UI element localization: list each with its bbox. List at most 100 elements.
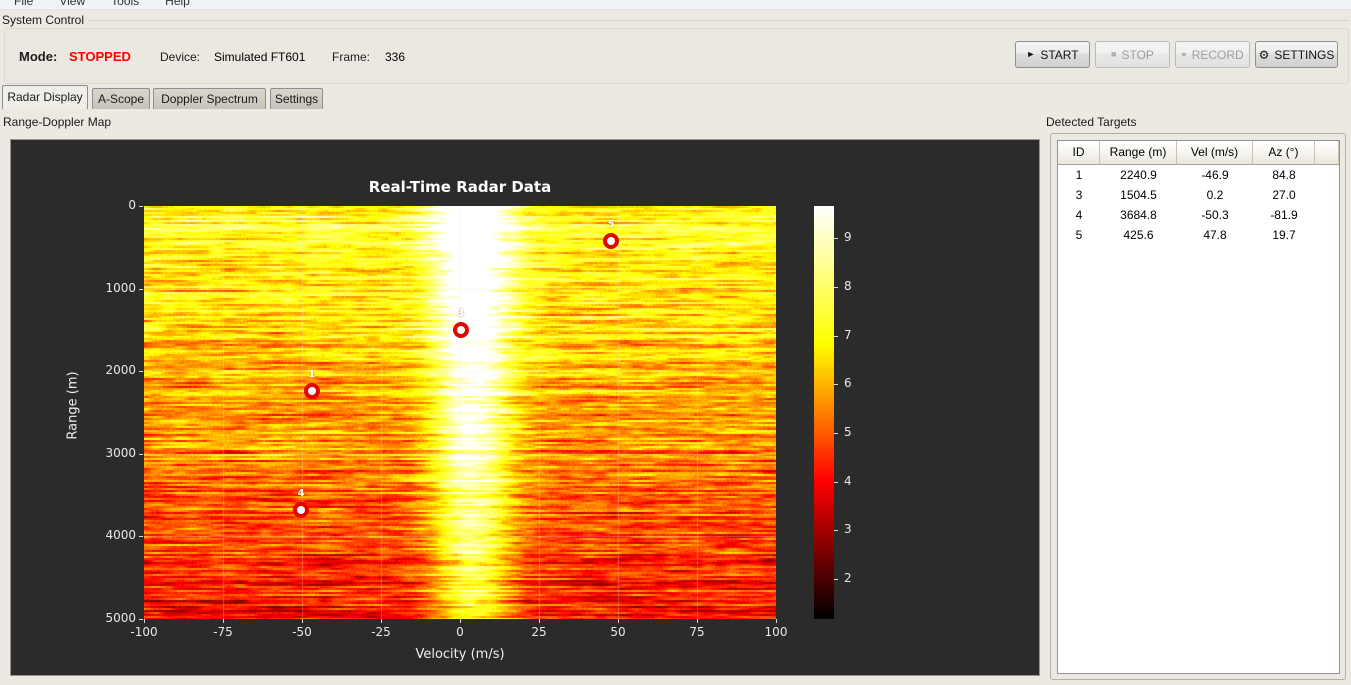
colorbar-tick-mark: [834, 482, 838, 483]
target-marker-label: 4: [297, 488, 305, 500]
y-tick-label: 4000: [105, 528, 136, 543]
colorbar-tick-label: 7: [844, 327, 852, 342]
system-control-panel: Mode: STOPPED Device: Simulated FT601 Fr…: [4, 28, 1349, 84]
colorbar-tick-mark: [834, 238, 838, 239]
groupbox-line: [88, 20, 1349, 21]
y-tick-label: 2000: [105, 363, 136, 378]
y-tick-label: 5000: [105, 611, 136, 625]
frame-label: Frame:: [332, 50, 371, 64]
x-tick-mark: [539, 619, 540, 623]
x-tick-label: 0: [456, 625, 464, 639]
colorbar-tick-mark: [834, 287, 838, 288]
start-button[interactable]: ► START: [1015, 41, 1090, 68]
cell-range: 2240.9: [1120, 168, 1157, 182]
table-row[interactable]: 3 1504.5 0.2 27.0: [1058, 185, 1339, 205]
x-axis-label: Velocity (m/s): [415, 647, 505, 662]
cell-az: -81.9: [1270, 208, 1298, 222]
cell-id: 5: [1075, 228, 1083, 242]
cell-vel: -46.9: [1201, 168, 1229, 182]
menu-item-help[interactable]: Help: [159, 0, 196, 9]
menu-item-tools[interactable]: Tools: [105, 0, 145, 9]
range-doppler-plot: Real-Time Radar Data Velocity (m/s) Rang…: [10, 139, 1040, 676]
colorbar-tick-mark: [834, 384, 838, 385]
x-tick-label: -50: [292, 625, 312, 639]
menu-item-view[interactable]: View: [53, 0, 91, 9]
x-tick-label: 50: [610, 625, 626, 639]
table-row[interactable]: 4 3684.8 -50.3 -81.9: [1058, 205, 1339, 225]
colorbar-tick-mark: [834, 336, 838, 337]
y-tick-label: 1000: [105, 280, 136, 295]
record-icon: ●: [1181, 49, 1187, 59]
x-tick-mark: [381, 619, 382, 623]
x-tick-mark: [460, 619, 461, 623]
mode-label: Mode:: [19, 49, 58, 64]
colorbar-tick-label: 4: [844, 473, 852, 488]
tab-settings[interactable]: Settings: [270, 88, 323, 109]
y-tick-mark: [139, 371, 143, 372]
column-header-id[interactable]: ID: [1058, 141, 1100, 165]
target-marker-icon: [452, 322, 469, 339]
x-tick-label: 100: [764, 625, 788, 639]
x-tick-label: -75: [213, 625, 233, 639]
table-row[interactable]: 5 425.6 47.8 19.7: [1058, 225, 1339, 245]
stop-icon: ■: [1111, 49, 1117, 59]
table-row[interactable]: 1 2240.9 -46.9 84.8: [1058, 165, 1339, 185]
frame-counter-value: 336: [385, 50, 406, 64]
y-tick-label: 3000: [105, 445, 136, 460]
settings-button[interactable]: ⚙ SETTINGS: [1255, 41, 1338, 68]
detected-targets-table[interactable]: ID Range (m) Vel (m/s) Az (°) 1 2240.9 -46.9 8…: [1057, 140, 1340, 674]
button-label: START: [1040, 47, 1079, 62]
table-header-row: ID Range (m) Vel (m/s) Az (°): [1058, 141, 1339, 165]
play-icon: ►: [1026, 49, 1036, 59]
cell-id: 3: [1075, 188, 1083, 202]
menu-bar: File View Tools Help: [0, 0, 1351, 10]
x-tick-mark: [618, 619, 619, 623]
y-tick-mark: [139, 454, 143, 455]
cell-range: 3684.8: [1120, 208, 1157, 222]
cell-vel: 47.8: [1203, 228, 1227, 242]
menu-item-file[interactable]: File: [8, 0, 39, 9]
column-header-vel[interactable]: Vel (m/s): [1177, 141, 1253, 165]
target-marker-icon: [303, 383, 320, 400]
colorbar-tick-mark: [834, 433, 838, 434]
colorbar-tick-label: 8: [844, 278, 852, 293]
cell-vel: -50.3: [1201, 208, 1229, 222]
button-label: SETTINGS: [1274, 47, 1335, 62]
table-body: 1 2240.9 -46.9 84.8 3 1504.5 0.2 27.0 4 3684.8 -50…: [1058, 165, 1339, 245]
column-header-filler: [1315, 141, 1339, 165]
tab-a-scope[interactable]: A-Scope: [92, 88, 150, 109]
mode-status-value: STOPPED: [69, 49, 131, 64]
tab-doppler-spectrum[interactable]: Doppler Spectrum: [153, 88, 266, 109]
gear-icon: ⚙: [1258, 47, 1270, 62]
y-tick-label: 0: [128, 198, 136, 212]
plot-title: Real-Time Radar Data: [368, 178, 552, 196]
record-button[interactable]: ● RECORD: [1175, 41, 1250, 68]
button-label: RECORD: [1191, 47, 1244, 62]
cell-az: 19.7: [1272, 228, 1296, 242]
device-value: Simulated FT601: [214, 50, 306, 64]
device-label: Device:: [160, 50, 201, 64]
stop-button[interactable]: ■ STOP: [1095, 41, 1170, 68]
colorbar-tick-label: 5: [844, 424, 852, 439]
y-tick-mark: [139, 619, 143, 620]
target-marker-label: 3: [457, 308, 465, 320]
x-tick-label: 25: [531, 625, 547, 639]
tab-bar: Radar Display A-Scope Doppler Spectrum Sett…: [0, 85, 1351, 109]
y-tick-mark: [139, 536, 143, 537]
target-marker-label: 1: [308, 369, 316, 381]
cell-az: 84.8: [1272, 168, 1296, 182]
x-tick-label: 75: [689, 625, 705, 639]
radar-app-window: File View Tools Help System Control Mode: S…: [0, 0, 1351, 685]
column-header-range[interactable]: Range (m): [1100, 141, 1177, 165]
cell-range: 1504.5: [1120, 188, 1157, 202]
colorbar-tick-mark: [834, 579, 838, 580]
column-header-az[interactable]: Az (°): [1253, 141, 1315, 165]
tab-radar-display[interactable]: Radar Display: [2, 85, 88, 109]
system-control-group-title: System Control: [2, 13, 85, 27]
x-tick-mark: [697, 619, 698, 623]
colorbar-tick-label: 9: [844, 230, 852, 245]
colorbar: [814, 206, 834, 619]
y-tick-mark: [139, 289, 143, 290]
detected-targets-panel: ID Range (m) Vel (m/s) Az (°) 1 2240.9 -46.9 8…: [1050, 133, 1346, 680]
colorbar-tick-label: 6: [844, 376, 852, 391]
